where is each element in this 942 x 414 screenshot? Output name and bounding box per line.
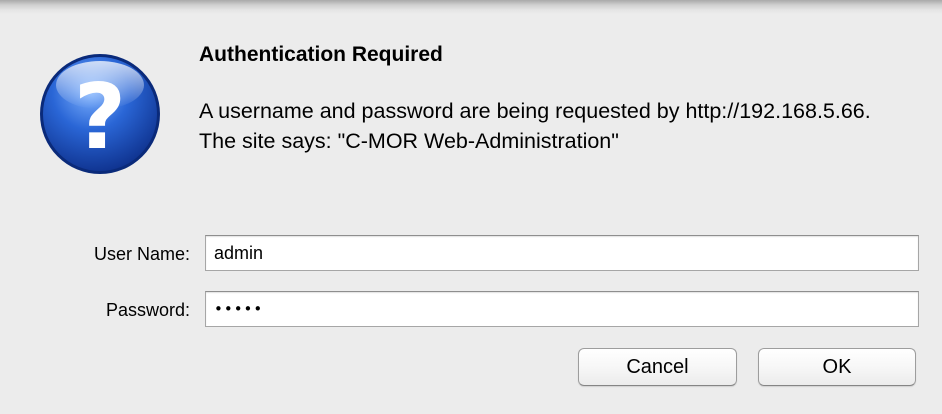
question-mark-icon: ?	[38, 52, 162, 176]
username-input[interactable]	[205, 235, 919, 271]
svg-text:?: ?	[74, 65, 126, 170]
password-input[interactable]	[205, 291, 919, 327]
dialog-message: A username and password are being reques…	[199, 99, 871, 153]
password-label: Password:	[105, 300, 190, 320]
username-label: User Name:	[93, 244, 190, 264]
auth-dialog: ? Authentication Required A username and…	[0, 0, 942, 414]
window-top-shadow	[0, 0, 942, 14]
cancel-button[interactable]: Cancel	[578, 348, 737, 386]
dialog-title: Authentication Required	[199, 43, 443, 66]
ok-button[interactable]: OK	[758, 348, 916, 386]
